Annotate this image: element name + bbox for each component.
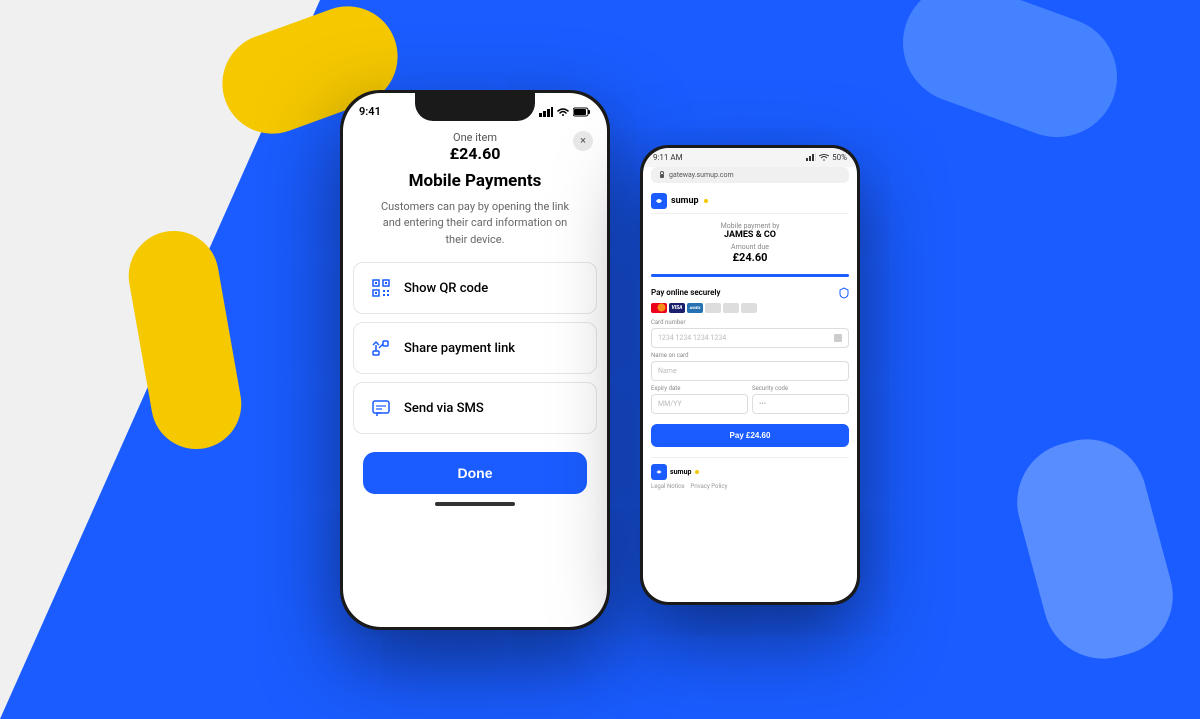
android-wifi-icon — [819, 153, 829, 161]
visa-icon: VISA — [669, 303, 685, 313]
card-other-2 — [723, 303, 739, 313]
card-number-field-wrapper: Card number 1234 1234 1234 1234 — [651, 319, 849, 348]
sumup-logo-bar: sumup — [651, 187, 849, 214]
modal-price: £24.60 — [377, 144, 573, 163]
expiry-security-row: Expiry date MM/YY Security code ••• — [651, 385, 849, 418]
pay-online-section: Pay online securely — [651, 283, 849, 451]
share-payment-link-item[interactable]: Share payment link — [353, 322, 597, 374]
share-payment-link-label: Share payment link — [404, 341, 515, 356]
footer-links: Legal Notice Privacy Policy — [651, 483, 849, 490]
url-text: gateway.sumup.com — [669, 171, 734, 179]
sumup-logo-icon — [651, 193, 667, 209]
battery-icon — [573, 107, 591, 117]
name-input[interactable]: Name — [651, 361, 849, 381]
lock-icon — [659, 171, 665, 179]
card-chip-icon — [834, 334, 842, 342]
android-url-bar[interactable]: gateway.sumup.com — [651, 167, 849, 183]
payment-info: Mobile payment by JAMES & CO Amount due … — [651, 218, 849, 268]
share-icon — [368, 335, 394, 361]
android-status-bar: 9:11 AM 50% — [643, 148, 857, 167]
card-number-label: Card number — [651, 319, 849, 326]
iphone-device: 9:41 — [340, 90, 610, 630]
wifi-icon — [557, 107, 569, 117]
footer-sumup-dot — [695, 470, 699, 474]
security-label: Security code — [752, 385, 849, 392]
modal-header: One item £24.60 × — [343, 123, 607, 169]
card-other-3 — [741, 303, 757, 313]
pay-online-header: Pay online securely — [651, 287, 849, 299]
footer-sumup-icon — [651, 464, 667, 480]
card-number-placeholder: 1234 1234 1234 1234 — [658, 334, 726, 342]
signal-icon — [539, 107, 553, 117]
send-via-sms-label: Send via SMS — [404, 401, 484, 416]
legal-notice-link[interactable]: Legal Notice — [651, 483, 684, 490]
pay-online-title: Pay online securely — [651, 288, 720, 297]
sumup-logo-text: sumup — [671, 196, 699, 206]
iphone-home-indicator — [435, 502, 515, 506]
modal-item-label: One item — [377, 131, 573, 144]
android-screen: 9:11 AM 50% — [643, 148, 857, 602]
iphone-status-icons — [539, 107, 591, 117]
card-icons-row: VISA AMEX — [651, 303, 849, 313]
phones-container: 9:41 — [340, 90, 860, 630]
sumup-logo-dot — [704, 199, 708, 203]
pay-button[interactable]: Pay £24.60 — [651, 424, 849, 447]
qr-icon — [368, 275, 394, 301]
amex-icon: AMEX — [687, 303, 703, 313]
android-battery: 50% — [832, 153, 847, 162]
name-field-wrapper: Name on card Name — [651, 352, 849, 381]
android-signal-icon — [806, 153, 816, 161]
modal-amount: One item £24.60 — [377, 131, 573, 163]
card-other-1 — [705, 303, 721, 313]
iphone-modal: One item £24.60 × Mobile Payments Custom… — [343, 123, 607, 517]
android-footer: sumup Legal Notice Privacy Policy — [651, 457, 849, 490]
iphone-time: 9:41 — [359, 105, 381, 118]
show-qr-code-item[interactable]: Show QR code — [353, 262, 597, 314]
sms-icon — [368, 395, 394, 421]
footer-sumup-text: sumup — [670, 468, 691, 476]
name-label: Name on card — [651, 352, 849, 359]
payment-by-label: Mobile payment by — [651, 222, 849, 230]
amount-value: £24.60 — [651, 251, 849, 264]
android-device: 9:11 AM 50% — [640, 145, 860, 605]
blue-divider — [651, 274, 849, 277]
security-col: Security code ••• — [752, 385, 849, 418]
shield-icon — [839, 287, 849, 299]
expiry-placeholder: MM/YY — [658, 400, 682, 408]
security-placeholder: ••• — [759, 400, 766, 408]
expiry-input[interactable]: MM/YY — [651, 394, 748, 414]
done-button[interactable]: Done — [363, 452, 587, 494]
privacy-policy-link[interactable]: Privacy Policy — [690, 483, 727, 490]
amount-label: Amount due — [651, 243, 849, 251]
android-footer-logo: sumup — [651, 464, 849, 480]
modal-title: Mobile Payments — [343, 169, 607, 199]
expiry-label: Expiry date — [651, 385, 748, 392]
name-placeholder: Name — [658, 367, 677, 375]
android-content: sumup Mobile payment by JAMES & CO Amoun… — [643, 187, 857, 490]
merchant-name: JAMES & CO — [651, 230, 849, 240]
security-input[interactable]: ••• — [752, 394, 849, 414]
iphone-notch — [415, 93, 535, 121]
android-time: 9:11 AM — [653, 153, 683, 162]
show-qr-code-label: Show QR code — [404, 281, 488, 296]
card-number-input[interactable]: 1234 1234 1234 1234 — [651, 328, 849, 348]
mastercard-icon — [651, 303, 667, 313]
send-via-sms-item[interactable]: Send via SMS — [353, 382, 597, 434]
modal-subtitle: Customers can pay by opening the link an… — [343, 199, 607, 263]
expiry-col: Expiry date MM/YY — [651, 385, 748, 418]
iphone-screen: 9:41 — [343, 93, 607, 627]
modal-close-button[interactable]: × — [573, 131, 593, 151]
